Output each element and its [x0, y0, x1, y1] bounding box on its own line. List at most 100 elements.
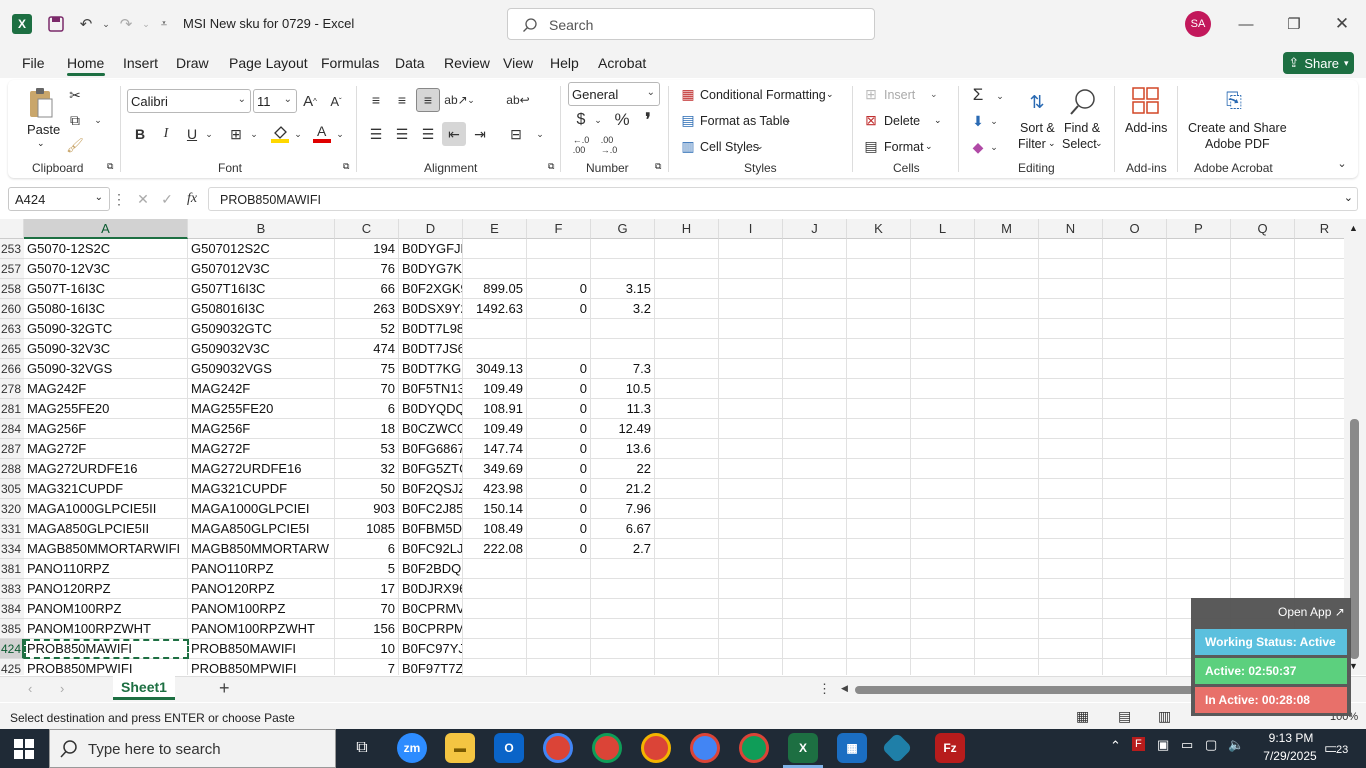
row-header[interactable]: 278 — [0, 379, 24, 399]
grid-cell[interactable] — [975, 499, 1039, 519]
sort-filter-icon[interactable]: ⇅ — [1020, 86, 1054, 118]
grid-cell[interactable] — [655, 639, 719, 659]
grid-cell[interactable]: MAG272URDFE16 — [188, 459, 335, 479]
grid-cell[interactable] — [655, 399, 719, 419]
percent-icon[interactable]: % — [612, 110, 632, 130]
grid-cell[interactable] — [783, 259, 847, 279]
clear-dropdown-icon[interactable]: ⌄ — [988, 140, 1000, 154]
grid-cell[interactable]: B0F5TN13 — [399, 379, 463, 399]
grid-cell[interactable] — [463, 599, 527, 619]
grid-cell[interactable] — [1167, 399, 1231, 419]
column-header-c[interactable]: C — [335, 219, 399, 239]
grid-cell[interactable] — [1039, 619, 1103, 639]
merge-center-icon[interactable]: ⊟ — [506, 124, 526, 144]
grid-cell[interactable] — [1295, 439, 1344, 459]
menu-review[interactable]: Review — [444, 55, 490, 71]
grid-cell[interactable] — [847, 459, 911, 479]
increase-font-icon[interactable]: A ^ — [300, 91, 320, 111]
column-header-f[interactable]: F — [527, 219, 591, 239]
grid-cell[interactable]: 6 — [335, 539, 399, 559]
merge-dropdown-icon[interactable]: ⌄ — [534, 126, 546, 142]
grid-cell[interactable] — [847, 659, 911, 675]
grid-cell[interactable] — [463, 659, 527, 675]
grid-cell[interactable] — [783, 459, 847, 479]
column-header-o[interactable]: O — [1103, 219, 1167, 239]
grid-cell[interactable] — [1039, 299, 1103, 319]
grid-cell[interactable] — [975, 239, 1039, 259]
grid-cell[interactable] — [591, 319, 655, 339]
grid-cell[interactable] — [1231, 239, 1295, 259]
user-avatar[interactable]: SA — [1185, 11, 1211, 37]
grid-cell[interactable] — [911, 279, 975, 299]
grid-cell[interactable] — [527, 339, 591, 359]
grid-cell[interactable] — [463, 579, 527, 599]
grid-cell[interactable] — [783, 519, 847, 539]
grid-cell[interactable]: B0DYGFJK7C — [399, 239, 463, 259]
grid-cell[interactable] — [655, 339, 719, 359]
grid-cell[interactable] — [911, 519, 975, 539]
grid-cell[interactable] — [975, 619, 1039, 639]
insert-dropdown-icon[interactable]: ⌄ — [930, 89, 938, 100]
page-break-view-icon[interactable]: ▥ — [1158, 708, 1171, 725]
grid-cell[interactable] — [655, 259, 719, 279]
outlook-icon[interactable]: O — [494, 733, 524, 763]
font-launcher-icon[interactable]: ⧉ — [343, 161, 349, 172]
grid-cell[interactable]: 903 — [335, 499, 399, 519]
grid-cell[interactable] — [783, 559, 847, 579]
format-painter-icon[interactable]: 🖌 — [66, 136, 84, 154]
grid-cell[interactable] — [1231, 399, 1295, 419]
column-header-q[interactable]: Q — [1231, 219, 1295, 239]
zoom-app-icon[interactable]: zm — [397, 733, 427, 763]
save-icon[interactable] — [44, 12, 68, 36]
taskbar-search-box[interactable]: Type here to search — [49, 729, 336, 768]
grid-cell[interactable]: MAG256F — [24, 419, 188, 439]
grid-cell[interactable]: MAG242F — [188, 379, 335, 399]
grid-cell[interactable] — [783, 479, 847, 499]
grid-cell[interactable]: 12.49 — [591, 419, 655, 439]
grid-cell[interactable]: B0F2BDQK9B — [399, 559, 463, 579]
grid-cell[interactable] — [655, 599, 719, 619]
grid-cell[interactable]: 11.3 — [591, 399, 655, 419]
grid-cell[interactable] — [1167, 259, 1231, 279]
grid-cell[interactable] — [1231, 419, 1295, 439]
align-top-icon[interactable]: ≡ — [366, 90, 386, 110]
grid-cell[interactable] — [783, 299, 847, 319]
grid-cell[interactable] — [1295, 359, 1344, 379]
grid-cell[interactable]: 0 — [527, 279, 591, 299]
close-icon[interactable]: ✕ — [1330, 12, 1354, 36]
grid-cell[interactable] — [911, 379, 975, 399]
grid-cell[interactable] — [1295, 539, 1344, 559]
grid-cell[interactable] — [1103, 499, 1167, 519]
chrome-icon[interactable] — [641, 733, 671, 763]
font-name-select[interactable]: Calibri ⌄ — [127, 89, 251, 113]
formula-input[interactable]: PROB850MAWIFI ⌄ — [208, 187, 1358, 211]
grid-cell[interactable] — [783, 599, 847, 619]
grid-cell[interactable] — [527, 659, 591, 675]
align-middle-icon[interactable]: ≡ — [392, 90, 412, 110]
paste-label[interactable]: Paste — [27, 122, 60, 137]
grid-cell[interactable]: 899.05 — [463, 279, 527, 299]
grid-cell[interactable] — [1167, 339, 1231, 359]
copy-icon[interactable]: ⧉ — [66, 111, 84, 129]
grid-cell[interactable]: PANO110RPZ — [24, 559, 188, 579]
grid-cell[interactable] — [975, 359, 1039, 379]
grid-cell[interactable] — [1167, 239, 1231, 259]
grid-cell[interactable] — [719, 279, 783, 299]
grid-cell[interactable] — [1103, 519, 1167, 539]
borders-dropdown-icon[interactable]: ⌄ — [248, 126, 260, 142]
format-cells-label[interactable]: Format — [884, 140, 924, 154]
grid-cell[interactable]: MAGA850GLPCIE5II — [24, 519, 188, 539]
page-layout-view-icon[interactable]: ▤ — [1118, 708, 1131, 725]
grid-cell[interactable]: 349.69 — [463, 459, 527, 479]
grid-cell[interactable]: B0DT7KGN — [399, 359, 463, 379]
grid-cell[interactable] — [1103, 559, 1167, 579]
grid-cell[interactable] — [975, 639, 1039, 659]
grid-cell[interactable] — [847, 259, 911, 279]
grid-cell[interactable]: 7.96 — [591, 499, 655, 519]
grid-cell[interactable]: B0CZWCG — [399, 419, 463, 439]
row-header[interactable]: 266 — [0, 359, 24, 379]
row-header[interactable]: 384 — [0, 599, 24, 619]
column-header-h[interactable]: H — [655, 219, 719, 239]
name-box[interactable]: A424 ⌄ — [8, 187, 110, 211]
grid-cell[interactable] — [911, 559, 975, 579]
